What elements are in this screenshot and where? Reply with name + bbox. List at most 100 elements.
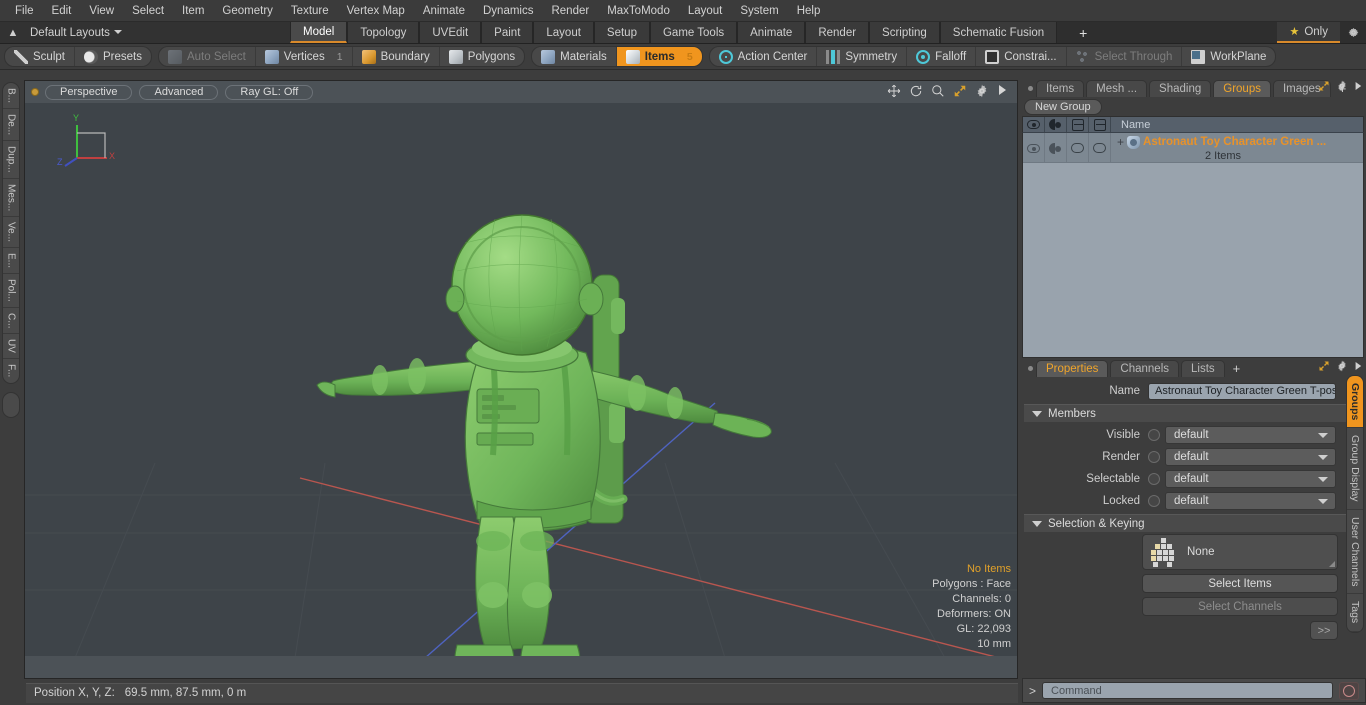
tab-lists[interactable]: Lists bbox=[1181, 360, 1225, 377]
left-rail-tab-1[interactable]: De... bbox=[3, 109, 19, 142]
tab-uvedit[interactable]: UVEdit bbox=[419, 22, 482, 43]
menu-item-file[interactable]: File bbox=[6, 1, 43, 21]
render-dropdown[interactable]: default bbox=[1165, 448, 1336, 466]
panel-tab-shading[interactable]: Shading bbox=[1149, 80, 1212, 97]
falloff-button[interactable]: Falloff bbox=[907, 47, 977, 66]
menu-item-view[interactable]: View bbox=[80, 1, 123, 21]
left-rail-tab-2[interactable]: Dup... bbox=[3, 141, 19, 179]
left-rail-tab-4[interactable]: Ve... bbox=[3, 217, 19, 249]
tab-render[interactable]: Render bbox=[805, 22, 870, 43]
left-rail-tab-6[interactable]: Pol... bbox=[3, 274, 19, 308]
symmetry-button[interactable]: Symmetry bbox=[817, 47, 908, 66]
arrow-right-icon[interactable] bbox=[1354, 361, 1362, 374]
tab-layout[interactable]: Layout bbox=[533, 22, 594, 43]
selectable-dropdown[interactable]: default bbox=[1165, 470, 1336, 488]
presets-button[interactable]: Presets bbox=[75, 47, 151, 66]
row-render-toggle[interactable] bbox=[1045, 133, 1067, 163]
row-cube-toggle[interactable] bbox=[1067, 133, 1089, 163]
column-visible-icon[interactable] bbox=[1023, 117, 1045, 132]
viewport-raygl-mode[interactable]: Ray GL: Off bbox=[225, 84, 314, 100]
tab-animate[interactable]: Animate bbox=[737, 22, 806, 43]
left-rail-tab-8[interactable]: UV bbox=[3, 334, 19, 360]
left-rail-tab-5[interactable]: E... bbox=[3, 248, 19, 275]
maximize-icon[interactable] bbox=[953, 84, 967, 98]
panel-menu-dot-icon[interactable] bbox=[1024, 80, 1036, 97]
tab-setup[interactable]: Setup bbox=[593, 22, 650, 43]
menu-item-vertex-map[interactable]: Vertex Map bbox=[338, 1, 414, 21]
record-button[interactable] bbox=[1339, 681, 1359, 700]
left-rail-tab-9[interactable]: F... bbox=[3, 359, 19, 382]
panel-tab-groups[interactable]: Groups bbox=[1213, 80, 1271, 97]
menu-item-edit[interactable]: Edit bbox=[43, 1, 81, 21]
name-field[interactable]: Astronaut Toy Character Green T-pose bbox=[1148, 382, 1336, 400]
tab-topology[interactable]: Topology bbox=[347, 22, 420, 43]
panel-tab-items[interactable]: Items bbox=[1036, 80, 1085, 97]
move-icon[interactable] bbox=[887, 84, 901, 98]
row-visible-toggle[interactable] bbox=[1023, 133, 1045, 163]
only-button[interactable]: ★ Only bbox=[1277, 22, 1340, 43]
left-rail-tab-3[interactable]: Mes... bbox=[3, 179, 19, 218]
locked-dropdown[interactable]: default bbox=[1165, 492, 1336, 510]
locked-state-indicator[interactable] bbox=[1148, 495, 1160, 507]
layout-selector[interactable]: ▲ Default Layouts bbox=[0, 22, 290, 43]
menu-item-select[interactable]: Select bbox=[123, 1, 173, 21]
menu-item-render[interactable]: Render bbox=[542, 1, 598, 21]
tab-schematic-fusion[interactable]: Schematic Fusion bbox=[939, 22, 1058, 43]
row-expander[interactable]: + bbox=[1117, 135, 1124, 149]
menu-item-geometry[interactable]: Geometry bbox=[213, 1, 282, 21]
selection-keying-section-header[interactable]: Selection & Keying bbox=[1024, 514, 1362, 532]
menu-item-item[interactable]: Item bbox=[173, 1, 213, 21]
column-render-icon[interactable] bbox=[1045, 117, 1067, 132]
viewport-canvas[interactable]: Y X Z No Items Polygons : Face Channels:… bbox=[25, 103, 1017, 658]
members-section-header[interactable]: Members bbox=[1024, 404, 1362, 422]
menu-item-animate[interactable]: Animate bbox=[414, 1, 474, 21]
table-row[interactable]: + Astronaut Toy Character Green ... 2 It… bbox=[1023, 133, 1363, 163]
properties-add-tab-button[interactable]: + bbox=[1227, 360, 1247, 377]
viewport-menu-dot-icon[interactable] bbox=[31, 88, 39, 96]
items-button[interactable]: Items 5 bbox=[616, 47, 702, 66]
gear-icon[interactable] bbox=[1336, 360, 1348, 375]
tab-scripting[interactable]: Scripting bbox=[869, 22, 940, 43]
menu-item-texture[interactable]: Texture bbox=[282, 1, 338, 21]
maximize-icon[interactable] bbox=[1318, 80, 1330, 95]
visible-dropdown[interactable]: default bbox=[1165, 426, 1336, 444]
row-select-toggle[interactable] bbox=[1089, 133, 1111, 163]
gear-icon[interactable] bbox=[1336, 80, 1348, 95]
arrow-right-icon[interactable] bbox=[1354, 81, 1362, 94]
right-rail-tab-group-display[interactable]: Group Display bbox=[1347, 428, 1363, 510]
new-group-button[interactable]: New Group bbox=[1024, 98, 1102, 115]
add-tab-button[interactable]: + bbox=[1057, 22, 1109, 43]
arrow-right-icon[interactable] bbox=[997, 84, 1011, 98]
viewport-view-mode[interactable]: Perspective bbox=[45, 84, 133, 100]
expand-button[interactable]: >> bbox=[1310, 621, 1338, 640]
properties-menu-dot-icon[interactable] bbox=[1024, 360, 1036, 377]
constrain-button[interactable]: Constrai... bbox=[976, 47, 1067, 66]
maximize-icon[interactable] bbox=[1318, 360, 1330, 375]
left-rail-extra-button[interactable] bbox=[2, 391, 20, 418]
materials-button[interactable]: Materials bbox=[532, 47, 617, 66]
workplane-button[interactable]: WorkPlane bbox=[1182, 47, 1275, 66]
keying-selector[interactable]: None bbox=[1142, 534, 1338, 570]
resize-corner-icon[interactable] bbox=[1329, 561, 1335, 567]
polygons-button[interactable]: Polygons bbox=[440, 47, 524, 66]
sculpt-button[interactable]: Sculpt bbox=[5, 47, 75, 66]
select-items-button[interactable]: Select Items bbox=[1142, 574, 1338, 593]
vertices-button[interactable]: Vertices 1 bbox=[256, 47, 353, 66]
left-rail-tab-0[interactable]: B... bbox=[3, 83, 19, 110]
column-cube-icon[interactable] bbox=[1067, 117, 1089, 132]
groups-list-body[interactable]: + Astronaut Toy Character Green ... 2 It… bbox=[1022, 133, 1364, 358]
gear-icon[interactable] bbox=[1340, 22, 1366, 43]
render-state-indicator[interactable] bbox=[1148, 451, 1160, 463]
tab-paint[interactable]: Paint bbox=[481, 22, 534, 43]
select-through-button[interactable]: Select Through bbox=[1067, 47, 1183, 66]
tab-properties[interactable]: Properties bbox=[1036, 360, 1109, 377]
action-center-button[interactable]: Action Center bbox=[710, 47, 818, 66]
command-input[interactable]: Command bbox=[1042, 682, 1333, 699]
menu-item-help[interactable]: Help bbox=[788, 1, 830, 21]
menu-item-layout[interactable]: Layout bbox=[679, 1, 732, 21]
home-icon[interactable]: ▲ bbox=[4, 24, 22, 42]
viewport-3d[interactable]: Perspective Advanced Ray GL: Off Y X Z N… bbox=[24, 80, 1018, 679]
tab-game-tools[interactable]: Game Tools bbox=[649, 22, 738, 43]
left-rail-tab-7[interactable]: C... bbox=[3, 308, 19, 335]
menu-item-maxtomodo[interactable]: MaxToModo bbox=[598, 1, 679, 21]
